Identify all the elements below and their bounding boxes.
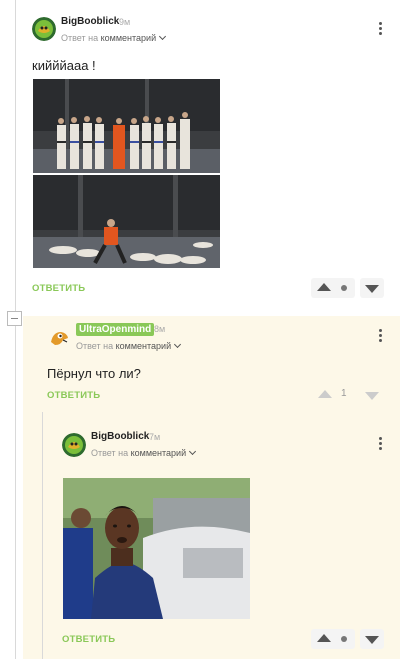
chevron-down-icon: [174, 340, 182, 349]
downvote-button[interactable]: [360, 278, 384, 298]
reply-to-link[interactable]: Ответ на комментарий: [91, 447, 197, 458]
vote-control: 1: [312, 385, 356, 405]
vote-control: [311, 629, 355, 649]
man-in-blue-shirt-photo[interactable]: [63, 478, 250, 619]
user-avatar-icon[interactable]: [62, 433, 86, 457]
more-vertical-icon[interactable]: [375, 328, 385, 342]
reply-to-prefix: Ответ на: [61, 33, 99, 43]
reply-button[interactable]: ОТВЕТИТЬ: [62, 634, 115, 645]
vote-control: [311, 278, 355, 298]
thread-line-level1: [15, 326, 16, 659]
upvote-icon[interactable]: [317, 283, 331, 291]
user-avatar-icon[interactable]: [47, 326, 71, 350]
chevron-down-icon: [189, 447, 197, 456]
reply-to-target: комментарий: [130, 448, 187, 458]
thread-line-root: [15, 0, 16, 311]
reply-to-target: комментарий: [100, 33, 157, 43]
downvote-button[interactable]: [360, 385, 384, 405]
user-avatar-icon[interactable]: [32, 17, 56, 41]
more-vertical-icon[interactable]: [375, 21, 385, 35]
reply-to-prefix: Ответ на: [91, 448, 129, 458]
collapse-icon[interactable]: [7, 311, 22, 326]
more-vertical-icon[interactable]: [375, 436, 385, 450]
reply-button[interactable]: ОТВЕТИТЬ: [47, 390, 100, 401]
comment-text: Пёрнул что ли?: [47, 366, 141, 381]
comment-author[interactable]: BigBooblick: [61, 16, 119, 27]
comments-page: BigBooblick 9м Ответ на комментарий кийй…: [0, 0, 400, 659]
rating-hidden-icon: [341, 285, 347, 291]
downvote-icon[interactable]: [365, 636, 379, 644]
reply-to-prefix: Ответ на: [76, 341, 114, 351]
reply-to-link[interactable]: Ответ на комментарий: [76, 340, 182, 351]
upvote-icon[interactable]: [318, 390, 332, 398]
rating-hidden-icon: [341, 636, 347, 642]
downvote-button[interactable]: [360, 629, 384, 649]
comment-time: 9м: [119, 17, 131, 27]
comment-time: 8м: [154, 324, 166, 334]
downvote-icon[interactable]: [365, 392, 379, 400]
comment-author[interactable]: UltraOpenmind: [76, 323, 155, 336]
thread-line-level2: [42, 412, 43, 659]
comment-time: 7м: [149, 432, 161, 442]
upvote-icon[interactable]: [317, 634, 331, 642]
comment-text: кийййааа !: [32, 58, 96, 73]
karate-fallen-opponents-photo[interactable]: [33, 175, 220, 268]
comment-author[interactable]: BigBooblick: [91, 431, 149, 442]
reply-to-target: комментарий: [115, 341, 172, 351]
rating-value: 1: [341, 388, 347, 399]
reply-button[interactable]: ОТВЕТИТЬ: [32, 283, 85, 294]
downvote-icon[interactable]: [365, 285, 379, 293]
chevron-down-icon: [159, 32, 167, 41]
karate-lineup-photo[interactable]: [33, 79, 220, 173]
reply-to-link[interactable]: Ответ на комментарий: [61, 32, 167, 43]
